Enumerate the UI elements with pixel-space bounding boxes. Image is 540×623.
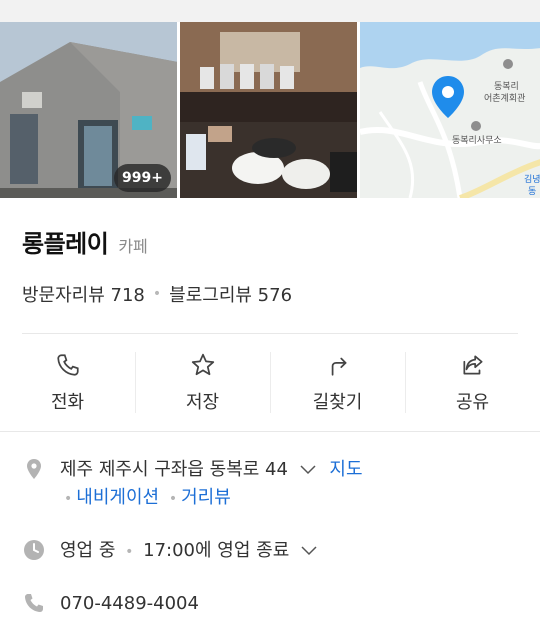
place-category: 카페 xyxy=(118,237,148,256)
separator-dot: • xyxy=(168,491,178,507)
directions-icon xyxy=(331,357,346,376)
top-bar xyxy=(0,0,540,22)
review-counts: 방문자리뷰 718 • 블로그리뷰 576 xyxy=(22,281,518,307)
map-link[interactable]: 지도 xyxy=(329,459,362,480)
phone-number[interactable]: 070-4489-4004 xyxy=(60,590,199,618)
phone-icon xyxy=(56,353,79,376)
hours-status: 영업 중 xyxy=(60,540,116,561)
separator-dot: • xyxy=(125,544,134,560)
map-label-edge-1: 김녕 xyxy=(524,173,540,185)
map-label-hall: 어촌계회관 xyxy=(484,92,525,104)
info-section: 제주 제주시 구좌읍 동복로 44 지도 • 내비게이션 • 거리뷰 영업 중 • … xyxy=(0,432,540,618)
map-label-edge-2: 동 xyxy=(528,186,536,197)
place-name: 롱플레이 xyxy=(22,230,109,258)
save-button[interactable]: 저장 xyxy=(135,334,270,431)
address-row: 제주 제주시 구좌읍 동복로 44 지도 • 내비게이션 • 거리뷰 xyxy=(22,456,518,513)
address-text[interactable]: 제주 제주시 구좌읍 동복로 44 xyxy=(60,459,288,480)
chevron-down-icon[interactable] xyxy=(300,465,316,475)
call-label: 전화 xyxy=(50,391,85,413)
streetview-link[interactable]: 거리뷰 xyxy=(181,487,231,508)
phone-row[interactable]: 070-4489-4004 xyxy=(22,590,518,618)
save-label: 저장 xyxy=(185,391,220,413)
directions-button[interactable]: 길찾기 xyxy=(270,334,405,431)
photo-coffee-bar[interactable] xyxy=(180,22,357,198)
photo-map[interactable]: 동복리 어촌계회관 동복리사무소 김녕 동 xyxy=(360,22,540,198)
blog-reviews-link[interactable]: 블로그리뷰 576 xyxy=(169,281,292,307)
hours-row[interactable]: 영업 중 • 17:00에 영업 종료 xyxy=(22,537,518,566)
action-bar: 전화 저장 길찾기 공유 xyxy=(0,334,540,432)
separator-dot: • xyxy=(152,286,162,302)
map-label-donbok: 동복리 xyxy=(494,81,519,92)
photo-strip[interactable]: 999+ 동복리 어촌계회관 동복리사무소 김녕 동 xyxy=(0,22,540,198)
share-icon xyxy=(462,354,483,375)
clock-icon xyxy=(24,540,44,560)
visitor-reviews-link[interactable]: 방문자리뷰 718 xyxy=(22,281,145,307)
star-icon xyxy=(191,353,214,375)
directions-label: 길찾기 xyxy=(312,391,363,413)
chevron-down-icon[interactable] xyxy=(301,546,317,556)
hours-detail: 17:00에 영업 종료 xyxy=(143,540,290,561)
navigation-link[interactable]: 내비게이션 xyxy=(76,487,159,508)
share-button[interactable]: 공유 xyxy=(405,334,540,431)
phone-icon xyxy=(25,594,43,612)
call-button[interactable]: 전화 xyxy=(0,334,135,431)
photo-building[interactable]: 999+ xyxy=(0,22,177,198)
location-pin-icon xyxy=(27,459,41,479)
map-label-office: 동복리사무소 xyxy=(452,135,502,146)
place-header: 롱플레이 카페 방문자리뷰 718 • 블로그리뷰 576 xyxy=(0,198,540,307)
photo-count-badge: 999+ xyxy=(114,164,171,192)
share-label: 공유 xyxy=(455,391,490,413)
separator-dot: • xyxy=(64,491,73,507)
